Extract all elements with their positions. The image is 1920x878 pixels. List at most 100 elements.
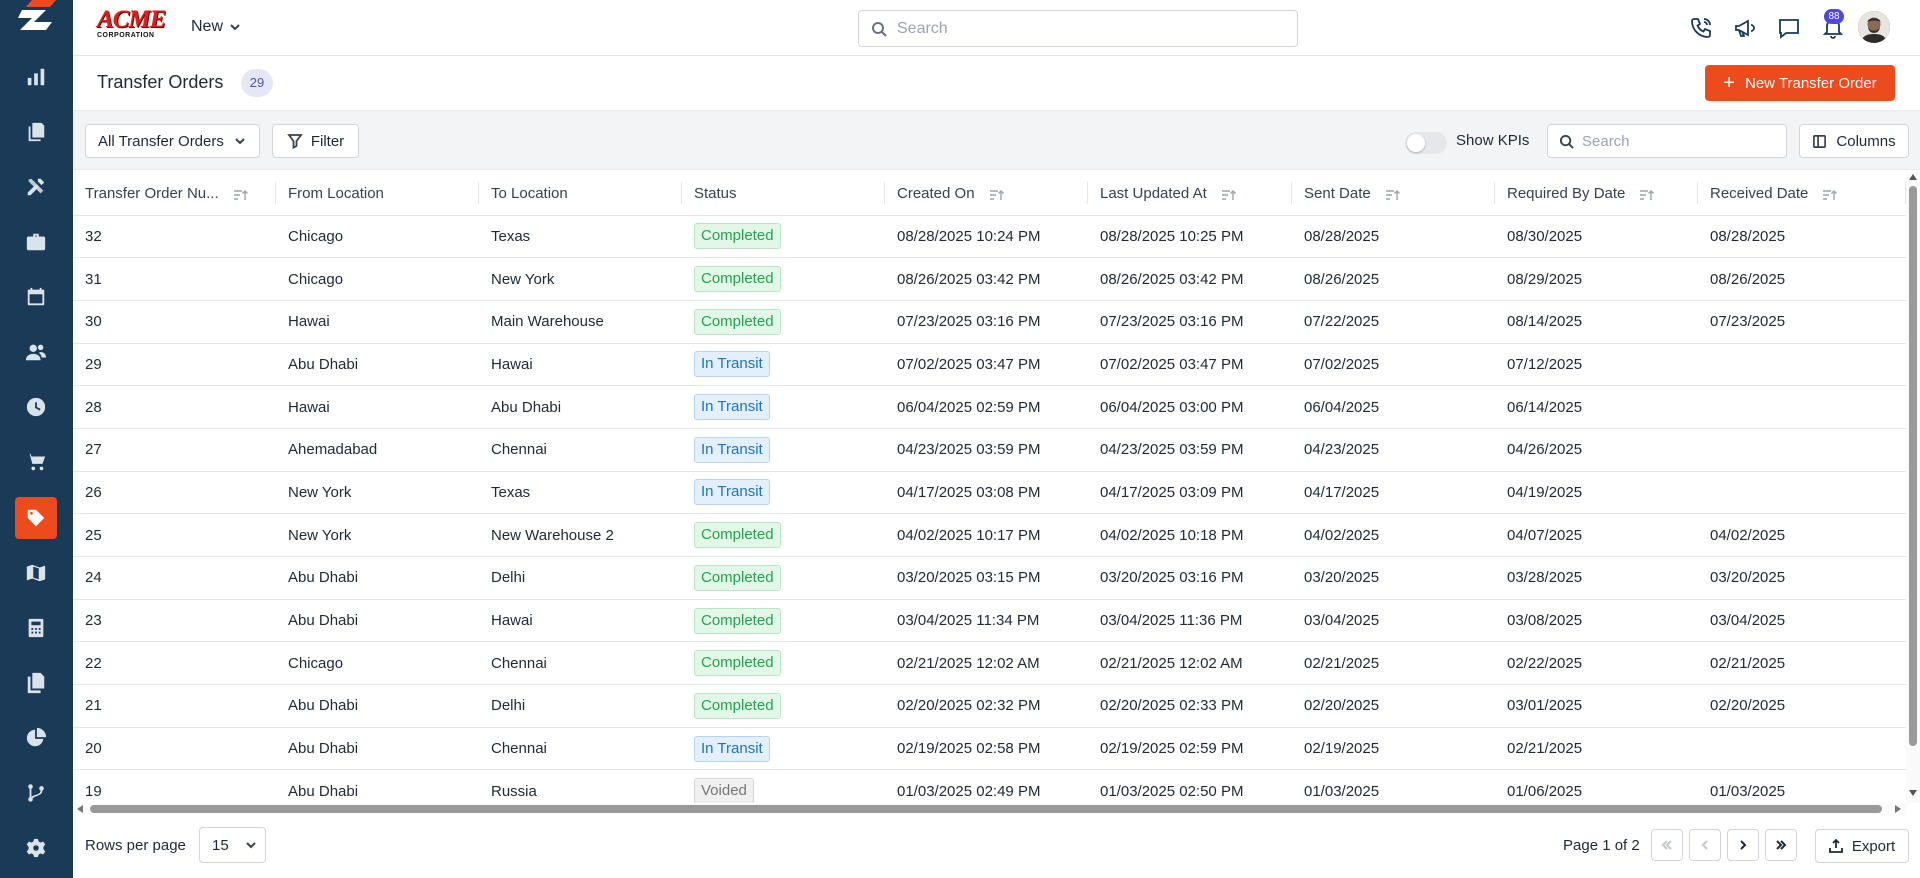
column-header[interactable]: Status	[682, 172, 885, 216]
sort-icon[interactable]	[1822, 188, 1838, 200]
sidebar-item-invoices[interactable]	[15, 662, 57, 704]
scroll-up-arrow-icon[interactable]	[1909, 174, 1917, 180]
scroll-left-arrow-icon[interactable]	[77, 805, 83, 813]
filter-button[interactable]: Filter	[272, 124, 359, 158]
column-header[interactable]: Required By Date	[1495, 172, 1698, 216]
table-row[interactable]: 32 Chicago Texas Completed 08/28/2025 10:24 …	[73, 215, 1906, 259]
table-cell-num[interactable]: 30	[73, 300, 276, 344]
files-icon	[27, 672, 45, 694]
status-badge: Completed	[694, 692, 781, 719]
sidebar-item-analytics[interactable]	[15, 717, 57, 759]
toggle-knob	[1407, 134, 1425, 152]
column-header-label: From Location	[288, 184, 384, 202]
company-logo[interactable]: ACME CORPORATION	[97, 7, 169, 41]
column-header[interactable]: Received Date	[1698, 172, 1906, 216]
table-row[interactable]: 24 Abu Dhabi Delhi Completed 03/20/2025 03:1…	[73, 556, 1906, 600]
table-cell-num[interactable]: 23	[73, 599, 276, 643]
export-label: Export	[1851, 837, 1896, 855]
table-cell-num[interactable]: 27	[73, 428, 276, 472]
table-cell-num[interactable]: 28	[73, 385, 276, 429]
rows-per-page-select[interactable]: 15	[199, 827, 266, 863]
sidebar-item-tools[interactable]	[15, 166, 57, 208]
table-cell-num[interactable]: 29	[73, 343, 276, 387]
table-cell-to: Main Warehouse	[479, 300, 682, 344]
column-header[interactable]: Last Updated At	[1088, 172, 1292, 216]
table-row[interactable]: 21 Abu Dhabi Delhi Completed 02/20/2025 02:3…	[73, 684, 1906, 728]
last-page-button[interactable]	[1765, 829, 1797, 861]
next-page-button[interactable]	[1727, 829, 1759, 861]
columns-button[interactable]: Columns	[1799, 124, 1909, 158]
column-header[interactable]: To Location	[479, 172, 682, 216]
sort-icon[interactable]	[233, 188, 249, 200]
sidebar-item-settings[interactable]	[15, 827, 57, 869]
table-cell-num[interactable]: 32	[73, 215, 276, 259]
table-row[interactable]: 26 New York Texas In Transit 04/17/2025 03:0…	[73, 471, 1906, 515]
previous-page-button[interactable]	[1689, 829, 1721, 861]
show-kpis-toggle[interactable]	[1405, 132, 1447, 154]
status-badge: Completed	[694, 266, 781, 293]
table-row[interactable]: 28 Hawai Abu Dhabi In Transit 06/04/2025 02:…	[73, 385, 1906, 429]
sidebar-item-map[interactable]	[15, 552, 57, 594]
sort-icon[interactable]	[989, 188, 1005, 200]
horizontal-scrollbar[interactable]	[73, 803, 1906, 815]
table-cell-num[interactable]: 24	[73, 556, 276, 600]
view-select[interactable]: All Transfer Orders	[85, 124, 260, 158]
table-row[interactable]: 27 Ahemadabad Chennai In Transit 04/23/2025 …	[73, 428, 1906, 472]
table-cell-required: 06/14/2025	[1495, 385, 1698, 429]
table-cell-num[interactable]: 19	[73, 769, 276, 803]
first-page-button[interactable]	[1651, 829, 1683, 861]
table-row[interactable]: 19 Abu Dhabi Russia Voided 01/03/2025 02:49 …	[73, 769, 1906, 803]
sidebar-item-jobs[interactable]	[15, 221, 57, 263]
column-header[interactable]: Transfer Order Nu...	[73, 172, 276, 216]
chevron-down-icon	[235, 138, 245, 145]
column-header[interactable]: Sent Date	[1292, 172, 1495, 216]
tools-icon	[27, 178, 45, 196]
table-cell-num[interactable]: 31	[73, 257, 276, 301]
table-row[interactable]: 30 Hawai Main Warehouse Completed 07/23/2025…	[73, 300, 1906, 344]
table-cell-num[interactable]: 21	[73, 684, 276, 728]
table-cell-num[interactable]: 20	[73, 727, 276, 771]
table-row[interactable]: 31 Chicago New York Completed 08/26/2025 03:…	[73, 257, 1906, 301]
scroll-down-arrow-icon[interactable]	[1909, 790, 1917, 796]
table-row[interactable]: 29 Abu Dhabi Hawai In Transit 07/02/2025 03:…	[73, 343, 1906, 387]
new-menu-button[interactable]: New	[191, 18, 241, 36]
table-cell-num[interactable]: 25	[73, 513, 276, 557]
column-header[interactable]: From Location	[276, 172, 479, 216]
sort-icon[interactable]	[1639, 188, 1655, 200]
avatar[interactable]	[1858, 11, 1890, 43]
table-row[interactable]: 20 Abu Dhabi Chennai In Transit 02/19/2025 0…	[73, 727, 1906, 771]
sidebar-item-estimates[interactable]	[15, 607, 57, 649]
scroll-right-arrow-icon[interactable]	[1895, 805, 1901, 813]
sidebar-item-timesheets[interactable]	[15, 386, 57, 428]
table-cell-num[interactable]: 26	[73, 471, 276, 515]
vertical-scroll-thumb[interactable]	[1909, 186, 1917, 746]
table-search-input[interactable]	[1582, 125, 1782, 157]
table-cell-status: In Transit	[682, 727, 885, 771]
sidebar-item-documents[interactable]	[15, 111, 57, 153]
sidebar-item-calendar[interactable]	[15, 276, 57, 318]
sidebar-item-reports[interactable]	[15, 56, 57, 98]
sort-icon[interactable]	[1221, 188, 1237, 200]
app-logo-icon[interactable]	[18, 0, 56, 34]
column-header[interactable]: Created On	[885, 172, 1088, 216]
global-search-input[interactable]	[897, 11, 1293, 46]
table-cell-created: 07/02/2025 03:47 PM	[885, 343, 1088, 387]
export-button[interactable]: Export	[1815, 829, 1909, 863]
horizontal-scroll-thumb[interactable]	[90, 805, 1882, 813]
sidebar-item-customers[interactable]	[15, 331, 57, 373]
table-row[interactable]: 23 Abu Dhabi Hawai Completed 03/04/2025 11:3…	[73, 599, 1906, 643]
vertical-scrollbar[interactable]	[1906, 172, 1920, 803]
table-row[interactable]: 22 Chicago Chennai Completed 02/21/2025 12:0…	[73, 641, 1906, 686]
new-transfer-order-button[interactable]: + New Transfer Order	[1705, 65, 1895, 101]
sidebar-item-workflows[interactable]	[15, 772, 57, 814]
chat-button[interactable]	[1775, 14, 1803, 42]
announcements-button[interactable]	[1731, 14, 1759, 42]
sidebar-item-inventory[interactable]	[15, 497, 57, 539]
table-cell-num[interactable]: 22	[73, 641, 276, 686]
phone-button[interactable]	[1687, 14, 1715, 42]
table-body: 32 Chicago Texas Completed 08/28/2025 10:24 …	[73, 215, 1906, 803]
sort-icon[interactable]	[1385, 188, 1401, 200]
view-select-value: All Transfer Orders	[98, 132, 224, 150]
table-row[interactable]: 25 New York New Warehouse 2 Completed 04/02/…	[73, 513, 1906, 557]
sidebar-item-purchasing[interactable]	[15, 441, 57, 483]
